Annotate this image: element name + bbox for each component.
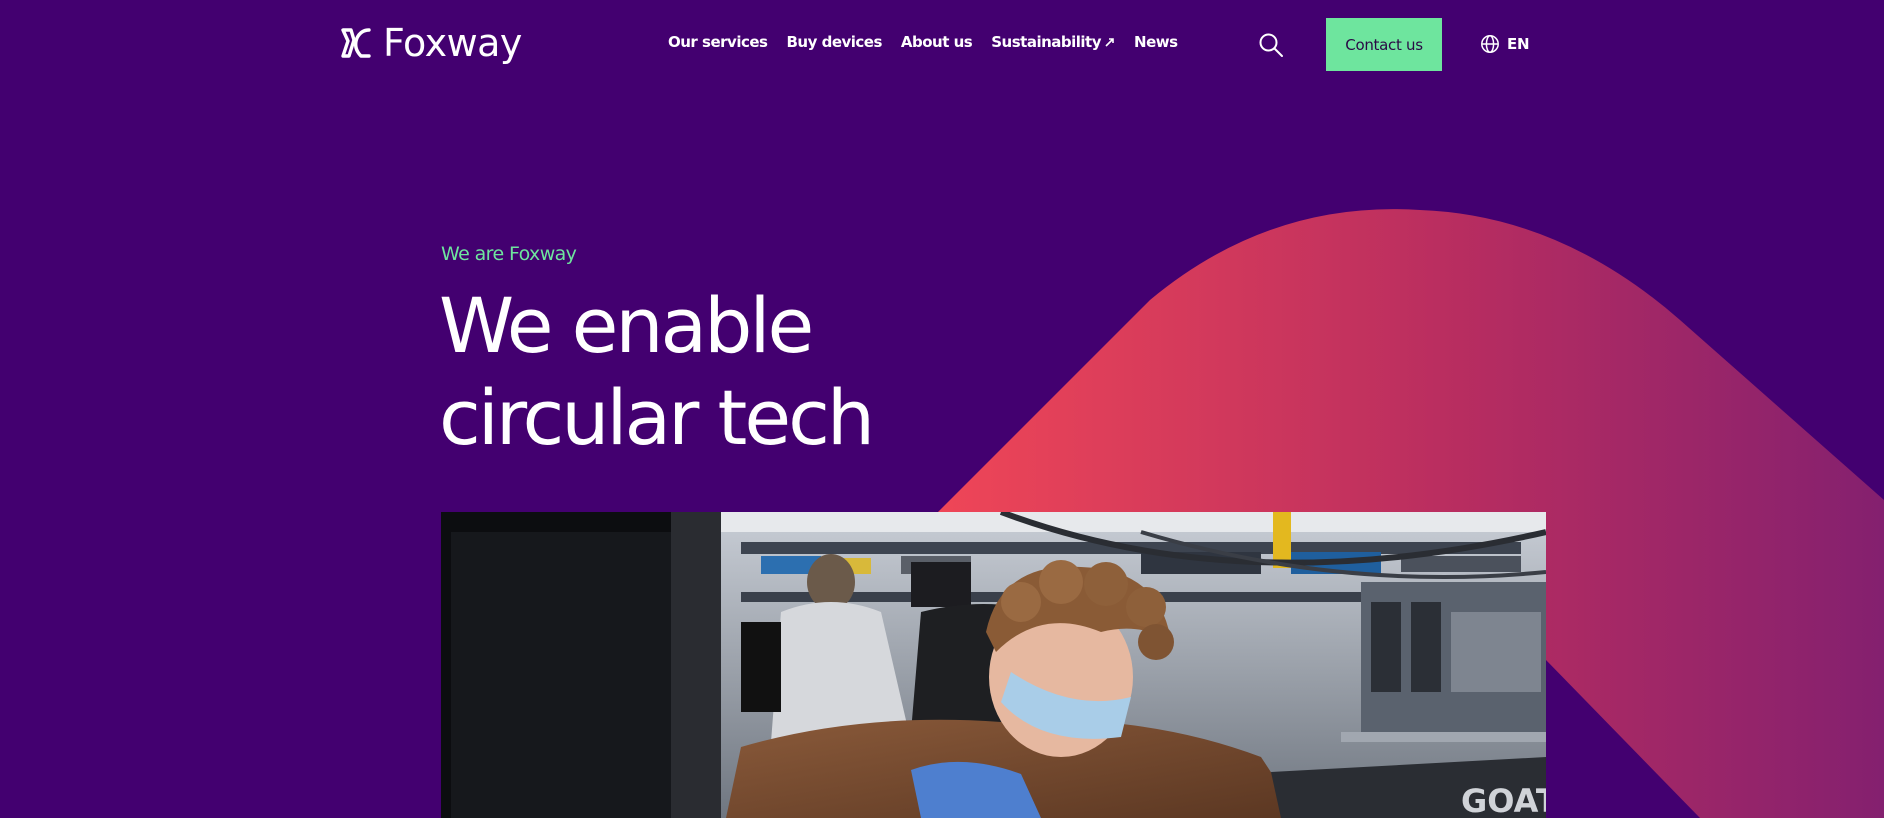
hero-headline: We enable circular tech	[439, 280, 959, 464]
language-label: EN	[1507, 35, 1530, 53]
site-header: Foxway Our services Buy devices About us…	[0, 0, 1884, 90]
hero-photo-illustration: GOAT	[441, 512, 1546, 818]
hero-eyebrow: We are Foxway	[441, 243, 577, 265]
search-button[interactable]	[1258, 32, 1284, 58]
photo-sticker-text: GOAT	[1461, 782, 1546, 818]
nav-our-services[interactable]: Our services	[668, 33, 768, 51]
hero-photo: GOAT	[441, 512, 1546, 818]
hero-headline-line1: We enable	[439, 281, 814, 370]
search-icon	[1259, 33, 1283, 57]
main-nav: Our services Buy devices About us Sustai…	[668, 33, 1178, 51]
brand-name: Foxway	[383, 21, 522, 65]
hero-headline-line2: circular tech	[439, 373, 875, 462]
external-link-icon	[1105, 38, 1114, 47]
globe-icon	[1481, 35, 1499, 53]
foxway-logo[interactable]: Foxway	[339, 20, 522, 66]
foxway-logo-icon	[341, 28, 371, 58]
contact-us-button[interactable]: Contact us	[1326, 18, 1442, 71]
nav-sustainability-label: Sustainability	[991, 33, 1102, 51]
language-selector[interactable]: EN	[1480, 34, 1530, 54]
nav-sustainability[interactable]: Sustainability	[991, 33, 1115, 51]
nav-news[interactable]: News	[1134, 33, 1178, 51]
nav-buy-devices[interactable]: Buy devices	[786, 33, 882, 51]
nav-about-us[interactable]: About us	[901, 33, 973, 51]
